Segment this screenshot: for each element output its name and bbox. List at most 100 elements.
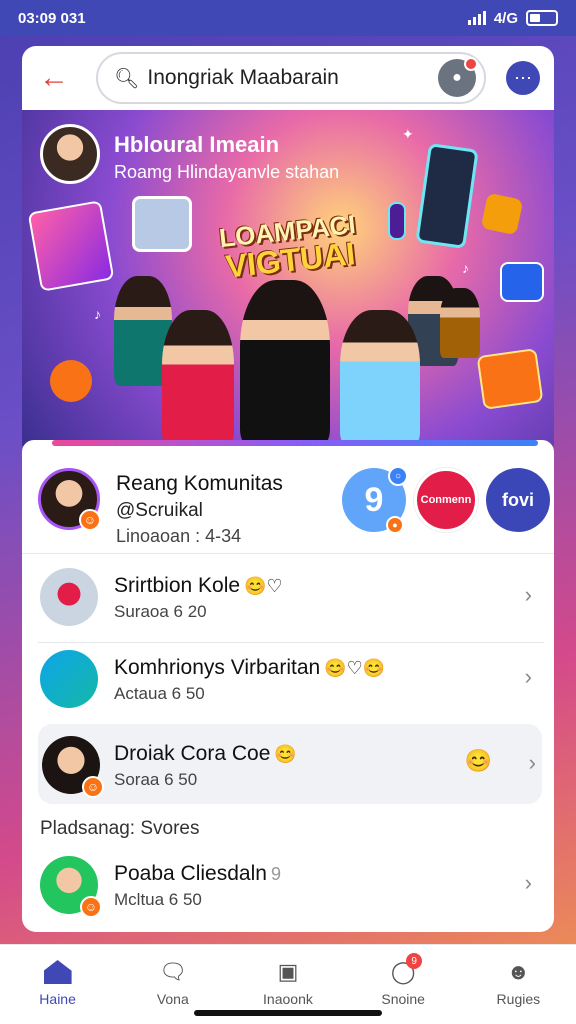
hero-host-avatar[interactable]: [40, 124, 100, 184]
nav-inbox[interactable]: ▣ Inaoonk: [243, 957, 333, 1007]
search-input[interactable]: 🔍︎ Inongriak Maabarain ●: [96, 52, 486, 104]
hero-person: [162, 310, 234, 446]
home-icon: [43, 957, 73, 987]
status-indicators: 4/G: [467, 9, 558, 27]
nav-profile[interactable]: ☻ Rugies: [473, 957, 563, 1007]
chevron-right-icon[interactable]: ›: [525, 582, 532, 608]
status-bar: 03:09 031 4/G: [0, 0, 576, 36]
hero-logo: LOAMPACI VIGTUAI: [211, 209, 366, 285]
list-item-subtitle: Soraa 6 50: [114, 770, 198, 789]
nav-label: Snoine: [381, 991, 425, 1007]
hero-ball-icon: [50, 360, 92, 402]
list-item-subtitle: Suraoa 6 20: [114, 602, 207, 621]
top-bar: ← 🔍︎ Inongriak Maabarain ● ⋯: [22, 46, 554, 110]
list-item-title-text: Poaba Cliesdaln: [114, 862, 267, 885]
back-arrow-icon[interactable]: ←: [36, 60, 72, 96]
list-item-subtitle: Actaua 6 50: [114, 684, 205, 703]
emoji-icon: 9: [270, 864, 281, 884]
emoji-badge-icon: ☺: [80, 896, 102, 918]
nav-label: Haine: [39, 991, 76, 1007]
emoji-icon: 😊♡: [244, 576, 283, 596]
emoji-icon: 😊: [274, 744, 297, 764]
battery-icon: [526, 10, 558, 26]
signal-icon: [467, 11, 486, 25]
notification-dot: [464, 57, 478, 71]
community-app-icon[interactable]: 9 ○ ●: [342, 466, 408, 534]
hero-phone-card: [388, 202, 406, 240]
notification-bubble-icon: ◯ 9: [388, 953, 423, 987]
nav-label: Rugies: [496, 991, 541, 1007]
list-avatar: [40, 568, 98, 626]
comment-app-label: Conmenn: [420, 494, 472, 506]
list-item-subtitle: Mcltua 6 50: [114, 890, 202, 909]
profile-avatar[interactable]: ●: [438, 57, 478, 97]
sparkle-icon: ♪: [94, 306, 101, 322]
section-label: Pladsanag: Svores: [40, 818, 200, 839]
list-item-title: Poaba Cliesdaln 9: [114, 862, 281, 886]
list-avatar: ☺: [42, 736, 104, 798]
hero-screen-card: [500, 262, 544, 302]
list-item-title-text: Srirtbion Kole: [114, 574, 241, 597]
notification-badge: 9: [406, 953, 423, 969]
list-item-title: Srirtbion Kole 😊♡: [114, 574, 283, 598]
nav-label: Vona: [156, 991, 189, 1007]
community-meta: Linoaoan : 4-34: [116, 526, 242, 546]
chat-bubble-icon: 🗨︎: [158, 959, 187, 984]
list-item[interactable]: ☺ Poaba Cliesdaln 9 Mcltua 6 50 ›: [22, 844, 554, 924]
emoji-badge-icon: ☺: [79, 509, 101, 531]
nav-label: Inaoonk: [263, 991, 313, 1007]
list-avatar: [40, 650, 98, 708]
hero-person: [240, 280, 330, 446]
hero-card-game: [27, 200, 115, 292]
search-text: Inongriak Maabarain: [147, 66, 339, 89]
user-icon: ●: [452, 69, 462, 86]
sparkle-icon: ♪: [462, 260, 469, 276]
content-card: ☺ Reang Komunitas @Scruikal Linoaoan : 4…: [22, 440, 554, 932]
list-item-title: Droiak Cora Coe 😊: [114, 742, 297, 766]
nav-home[interactable]: Haine: [13, 957, 103, 1007]
flame-badge-icon: ●: [386, 516, 404, 534]
community-app-label: 9: [364, 480, 384, 519]
smiley-icon[interactable]: 😊: [465, 748, 492, 774]
list-item-selected[interactable]: ☺ Droiak Cora Coe 😊 Soraa 6 50 😊 ›: [38, 724, 542, 804]
emoji-icon: 😊♡😊: [324, 658, 386, 678]
hero-subtitle: Roamg Hlindayanvle stahan: [114, 162, 340, 182]
hero-person: [440, 288, 480, 358]
list-item[interactable]: Komhrionys Virbaritan 😊♡😊 Actaua 6 50 ›: [22, 638, 554, 718]
status-time: 03:09 031: [18, 9, 86, 27]
community-handle: @Scruikal: [116, 500, 203, 521]
sparkle-icon: ✦: [402, 126, 414, 142]
fovi-app-icon[interactable]: fovi: [486, 468, 550, 532]
hero-tablet-card: [415, 143, 479, 249]
home-indicator[interactable]: [194, 1010, 382, 1016]
nav-notifications[interactable]: ◯ 9 Snoine: [358, 953, 448, 1007]
network-label: 4/G: [493, 9, 518, 27]
list-item[interactable]: Srirtbion Kole 😊♡ Suraoa 6 20 ›: [22, 556, 554, 636]
hero-photo-card: [132, 196, 192, 252]
hero-music-card: [480, 192, 524, 236]
hero-banner[interactable]: ✦ ♪ ♪ Hbloural Imeain Roamg Hlindayanvle…: [22, 110, 554, 446]
search-icon: 🔍︎: [114, 67, 140, 90]
nav-vona[interactable]: 🗨︎ Vona: [128, 957, 218, 1007]
inbox-icon: ▣: [277, 959, 299, 984]
more-dots-icon[interactable]: ⋯: [506, 61, 540, 95]
hero-gift-card: [476, 348, 544, 410]
info-badge-icon: ○: [388, 466, 408, 486]
community-actions: 9 ○ ● Conmenn fovi: [342, 466, 550, 534]
chevron-right-icon[interactable]: ›: [525, 664, 532, 690]
community-header[interactable]: ☺ Reang Komunitas @Scruikal Linoaoan : 4…: [22, 448, 554, 554]
community-name: Reang Komunitas: [116, 472, 283, 495]
fovi-app-label: fovi: [501, 489, 534, 510]
list-item-title: Komhrionys Virbaritan 😊♡😊: [114, 656, 385, 680]
emoji-badge-icon: ☺: [82, 776, 104, 798]
list-item-title-text: Komhrionys Virbaritan: [114, 656, 321, 679]
list-item-title-text: Droiak Cora Coe: [114, 742, 271, 765]
chevron-right-icon[interactable]: ›: [525, 870, 532, 896]
community-avatar[interactable]: ☺: [38, 468, 101, 531]
comment-app-icon[interactable]: Conmenn: [414, 468, 478, 532]
hero-person: [340, 310, 420, 446]
profile-icon: ☻: [506, 959, 530, 984]
chevron-right-icon[interactable]: ›: [529, 750, 536, 776]
card-accent-bar: [52, 440, 538, 446]
list-avatar: ☺: [40, 856, 102, 918]
